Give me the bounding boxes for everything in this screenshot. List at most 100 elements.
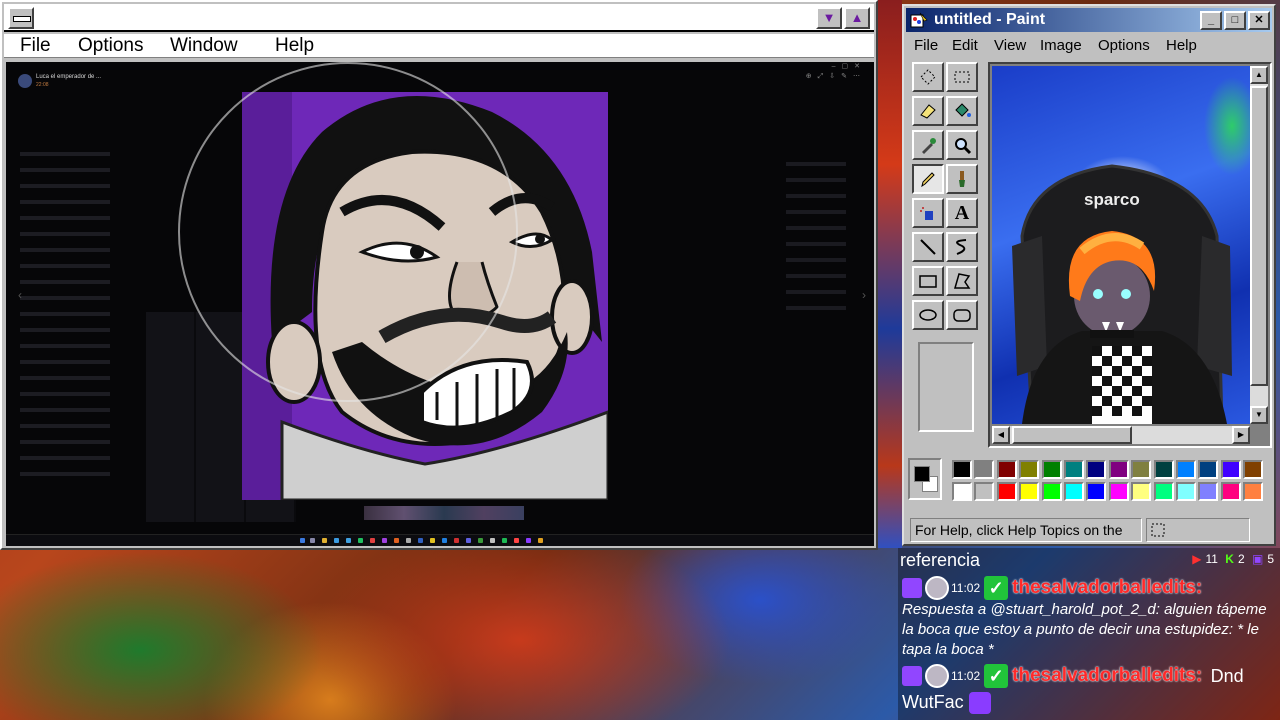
current-colors[interactable] xyxy=(908,458,942,500)
palette-swatch[interactable] xyxy=(1243,482,1264,501)
paint-app-icon xyxy=(910,12,928,28)
palette-swatch[interactable] xyxy=(1041,482,1062,501)
paint-menu-edit[interactable]: Edit xyxy=(952,37,978,54)
scroll-thumb-v[interactable] xyxy=(1250,86,1268,386)
fill-bucket-icon[interactable] xyxy=(946,96,978,126)
palette-swatch[interactable] xyxy=(1176,460,1196,479)
palette-swatch[interactable] xyxy=(1198,460,1219,479)
palette-swatch[interactable] xyxy=(1220,460,1241,479)
line-icon[interactable] xyxy=(912,232,944,262)
palette-swatch[interactable] xyxy=(952,482,972,501)
airbrush-icon[interactable] xyxy=(912,198,944,228)
palette-swatch[interactable] xyxy=(1086,460,1107,479)
menu-options[interactable]: Options xyxy=(78,34,143,58)
scroll-right-icon[interactable]: ▶ xyxy=(1232,426,1250,444)
twitch-badge-icon xyxy=(902,578,922,598)
ellipse-icon[interactable] xyxy=(912,300,944,330)
thumbnail-strip[interactable] xyxy=(364,506,524,520)
menu-file[interactable]: File xyxy=(20,34,51,58)
palette-swatch[interactable] xyxy=(1108,460,1129,479)
paint-title: untitled - Paint xyxy=(934,11,1046,28)
minimize-button[interactable]: ▼ xyxy=(816,7,842,29)
kick-count: 2 xyxy=(1237,552,1245,566)
palette-swatch[interactable] xyxy=(974,460,995,479)
chat-message-text: Respuesta a @stuart_harold_pot_2_d: algu… xyxy=(902,601,1267,658)
magnifier-icon[interactable] xyxy=(946,130,978,160)
pencil-icon[interactable] xyxy=(912,164,944,194)
palette-swatch[interactable] xyxy=(1108,482,1129,501)
viewer-stats: ▶ 11 K2 ▣ 5 xyxy=(1188,552,1274,566)
paint-maximize-button[interactable]: □ xyxy=(1224,11,1246,30)
webcam-canvas[interactable]: sparco xyxy=(992,66,1250,424)
system-menu-button[interactable] xyxy=(8,7,34,29)
viewer-avatar xyxy=(18,74,32,88)
paint-menu-options[interactable]: Options xyxy=(1098,37,1150,54)
paint-menu-view[interactable]: View xyxy=(994,37,1026,54)
tool-options-box[interactable] xyxy=(918,342,974,432)
palette-swatch[interactable] xyxy=(1153,460,1174,479)
palette-swatch[interactable] xyxy=(1064,482,1084,501)
palette-swatch[interactable] xyxy=(1198,482,1219,501)
paint-close-button[interactable]: ✕ xyxy=(1248,11,1270,30)
rectangle-icon[interactable] xyxy=(912,266,944,296)
palette-swatch[interactable] xyxy=(1086,482,1107,501)
background-file-list xyxy=(20,152,160,488)
paint-menu-help[interactable]: Help xyxy=(1166,37,1197,54)
palette-swatch[interactable] xyxy=(974,482,995,501)
palette-swatch[interactable] xyxy=(1064,460,1084,479)
free-select-icon[interactable] xyxy=(912,62,944,92)
brush-icon[interactable] xyxy=(946,164,978,194)
shared-screen: Luca el emperador de ... 22:08 ⊕⤢⇩✎⋯ –▢✕… xyxy=(6,62,874,546)
paint-menu-file[interactable]: File xyxy=(914,37,938,54)
horizontal-scrollbar[interactable]: ◀ ▶ xyxy=(992,426,1250,444)
chat-username[interactable]: thesalvadorballedits: xyxy=(1012,665,1202,686)
paint-statusbar: For Help, click Help Topics on the xyxy=(906,514,1272,542)
paint-toolbox: A xyxy=(912,62,984,434)
rounded-rect-icon[interactable] xyxy=(946,300,978,330)
magnifier-lens[interactable] xyxy=(178,62,518,402)
scroll-up-icon[interactable]: ▲ xyxy=(1250,66,1268,84)
scroll-down-icon[interactable]: ▼ xyxy=(1250,406,1268,424)
maximize-button[interactable]: ▲ xyxy=(844,7,870,29)
palette-swatch[interactable] xyxy=(1176,482,1196,501)
palette-swatch[interactable] xyxy=(1131,482,1152,501)
palette-swatch[interactable] xyxy=(1153,482,1174,501)
chat-time: 11:02 xyxy=(951,581,981,595)
eraser-icon[interactable] xyxy=(912,96,944,126)
paint-minimize-button[interactable]: _ xyxy=(1200,11,1222,30)
desktop-strip xyxy=(878,0,902,548)
text-icon[interactable]: A xyxy=(946,198,978,228)
twitch-badge-icon xyxy=(902,666,922,686)
palette-swatch[interactable] xyxy=(1019,482,1040,501)
scroll-thumb-h[interactable] xyxy=(1012,426,1132,444)
menu-help[interactable]: Help xyxy=(275,34,314,58)
viewer-toolbar-icons[interactable]: ⊕⤢⇩✎⋯ xyxy=(806,72,866,81)
paint-canvas-area: sparco ▲ ▼ ◀ ▶ xyxy=(988,62,1272,448)
stream-chat-overlay: referencia ▶ 11 K2 ▣ 5 11:02 ✓ thesalvadorba… xyxy=(898,548,1280,720)
next-image-icon[interactable]: › xyxy=(862,288,866,302)
polygon-icon[interactable] xyxy=(946,266,978,296)
palette-swatch[interactable] xyxy=(1019,460,1040,479)
paint-menu-image[interactable]: Image xyxy=(1040,37,1082,54)
chat-message-header: 11:02 ✓ thesalvadorballedits: xyxy=(902,576,1202,600)
vertical-scrollbar[interactable]: ▲ ▼ xyxy=(1250,66,1268,424)
paint-titlebar[interactable]: untitled - Paint _ □ ✕ xyxy=(906,8,1272,32)
palette-swatch[interactable] xyxy=(1041,460,1062,479)
window-titlebar[interactable]: ▼ ▲ xyxy=(4,4,874,32)
palette-swatch[interactable] xyxy=(1243,460,1264,479)
check-badge-icon: ✓ xyxy=(984,664,1009,688)
palette-swatch[interactable] xyxy=(996,482,1017,501)
curve-icon[interactable] xyxy=(946,232,978,262)
color-picker-icon[interactable] xyxy=(912,130,944,160)
background-side-panel xyxy=(786,162,866,322)
scroll-left-icon[interactable]: ◀ xyxy=(992,426,1010,444)
chat-username[interactable]: thesalvadorballedits: xyxy=(1012,577,1202,598)
menu-window[interactable]: Window xyxy=(170,34,238,58)
palette-swatch[interactable] xyxy=(996,460,1017,479)
viewer-window-controls[interactable]: –▢✕ xyxy=(832,62,866,70)
palette-swatch[interactable] xyxy=(1131,460,1152,479)
prev-image-icon[interactable]: ‹ xyxy=(18,288,22,302)
rect-select-icon[interactable] xyxy=(946,62,978,92)
palette-swatch[interactable] xyxy=(952,460,972,479)
palette-swatch[interactable] xyxy=(1220,482,1241,501)
